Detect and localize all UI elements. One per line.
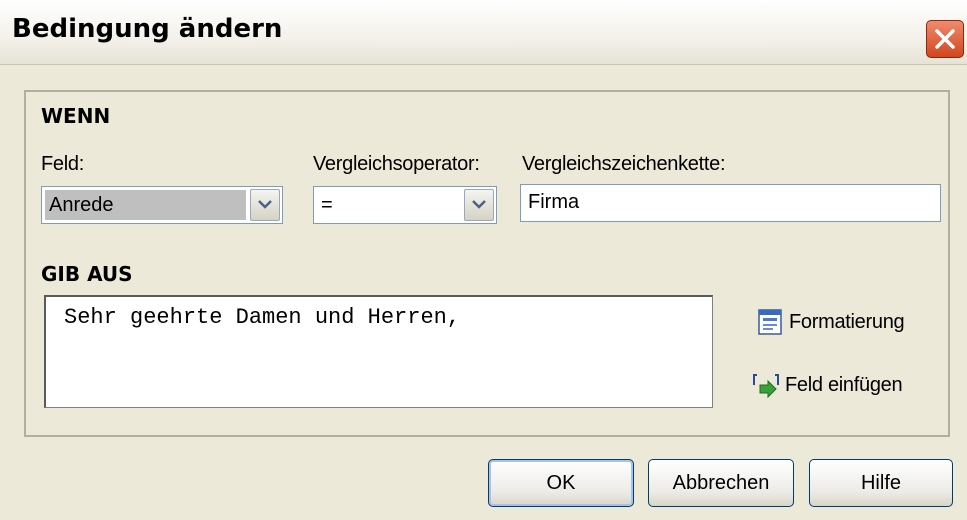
feld-value: Anrede — [45, 190, 246, 220]
operator-dropdown-button[interactable] — [464, 189, 494, 221]
window-title: Bedingung ändern — [12, 14, 283, 44]
formatting-icon — [758, 309, 782, 335]
insert-field-label: Feld einfügen — [785, 373, 903, 396]
feld-label: Feld: — [41, 153, 84, 175]
help-button[interactable]: Hilfe — [809, 459, 953, 507]
comparison-string-label: Vergleichszeichenkette: — [522, 153, 726, 175]
operator-value: = — [321, 194, 333, 216]
formatting-button[interactable]: Formatierung — [756, 305, 905, 339]
condition-dialog: Bedingung ändern WENN Feld: Vergleichsop… — [0, 0, 967, 520]
output-textarea[interactable]: Sehr geehrte Damen und Herren, — [44, 295, 713, 408]
ok-button[interactable]: OK — [488, 459, 634, 507]
insert-field-button[interactable]: Feld einfügen — [752, 368, 903, 402]
feld-dropdown-button[interactable] — [250, 189, 280, 221]
title-bar[interactable]: Bedingung ändern — [0, 0, 967, 65]
feld-combobox[interactable]: Anrede — [41, 186, 283, 224]
cancel-button[interactable]: Abbrechen — [648, 459, 794, 507]
close-icon — [935, 29, 955, 49]
chevron-down-icon — [472, 200, 486, 209]
wenn-heading: WENN — [41, 104, 111, 128]
close-button[interactable] — [926, 20, 964, 58]
chevron-down-icon — [258, 200, 272, 209]
insert-field-icon — [753, 374, 779, 399]
operator-combobox[interactable]: = — [313, 186, 497, 224]
formatting-label: Formatierung — [789, 310, 905, 333]
comparison-string-input[interactable]: Firma — [520, 184, 941, 222]
gibaus-heading: GIB AUS — [41, 262, 133, 286]
operator-label: Vergleichsoperator: — [313, 153, 480, 175]
